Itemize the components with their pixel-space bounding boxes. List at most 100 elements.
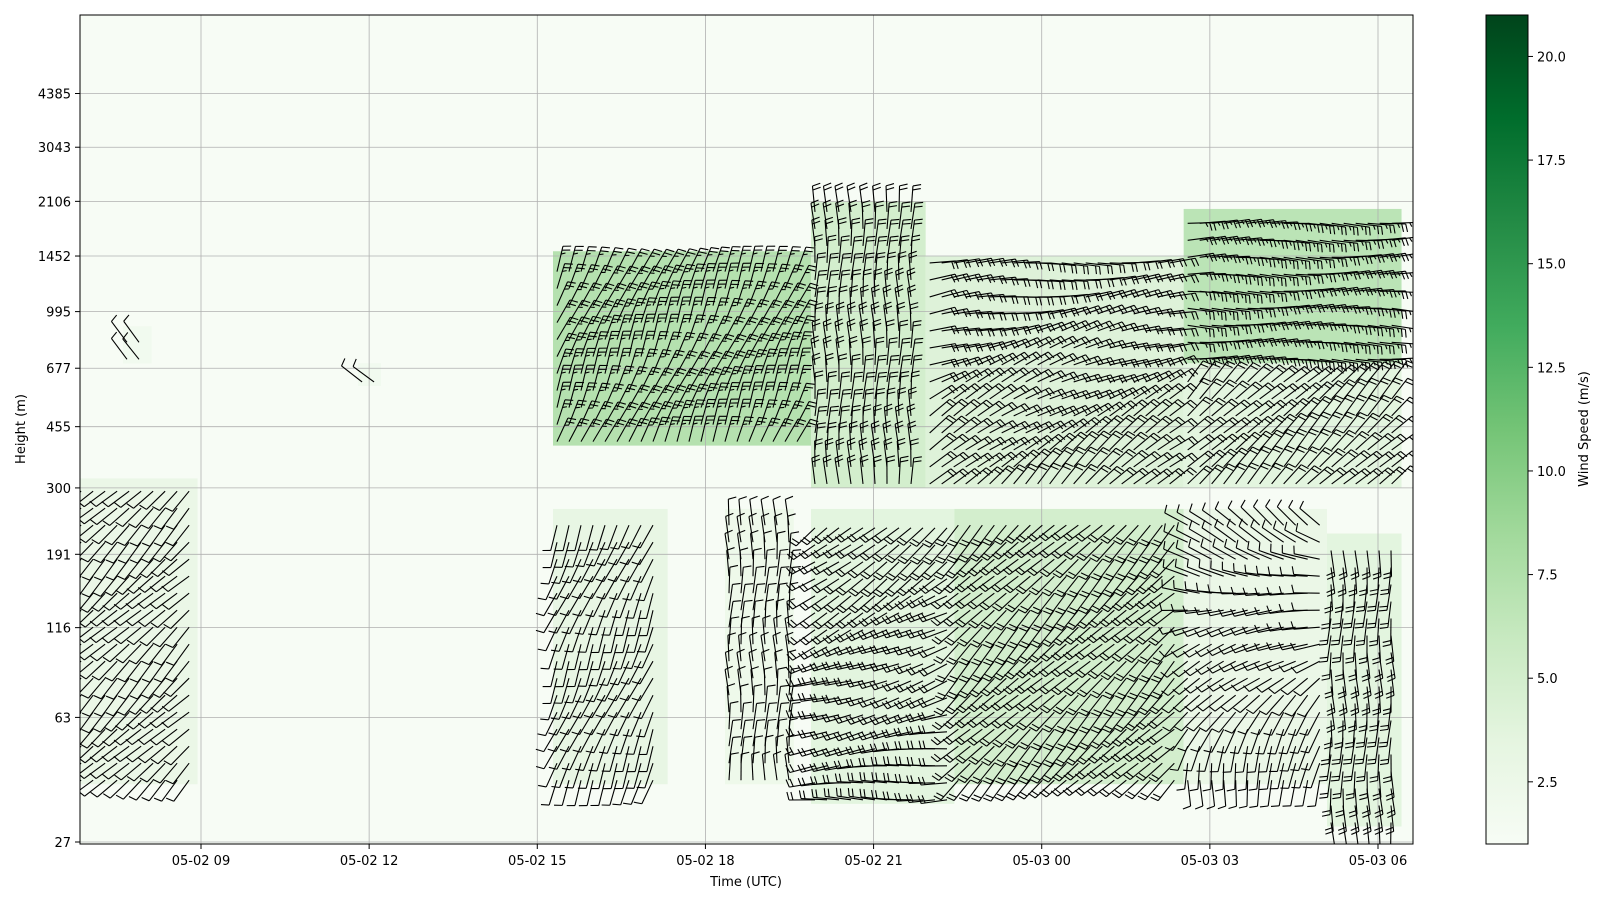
barb-flag bbox=[914, 337, 924, 340]
barb-flag bbox=[1364, 226, 1367, 235]
barb-flag bbox=[819, 405, 828, 408]
barb-flag bbox=[721, 246, 730, 249]
heat-cell-7 bbox=[811, 508, 955, 804]
barb-flag bbox=[721, 297, 730, 300]
barb-flag bbox=[622, 321, 627, 323]
barb-flag bbox=[1328, 243, 1331, 253]
barb-flag bbox=[842, 392, 851, 395]
barb-flag bbox=[732, 600, 742, 603]
barb-flag bbox=[646, 304, 652, 306]
barb-flag bbox=[646, 355, 652, 358]
barb-flag bbox=[623, 372, 628, 375]
barb-flag bbox=[563, 403, 573, 405]
barb-flag bbox=[902, 358, 911, 361]
barb-flag bbox=[718, 253, 724, 256]
barb-flag bbox=[1400, 328, 1403, 338]
barb-flag bbox=[670, 287, 676, 290]
barb-flag bbox=[694, 406, 700, 408]
barb-flag bbox=[1212, 329, 1215, 338]
barb-flag bbox=[598, 338, 603, 340]
barb-flag bbox=[1248, 295, 1251, 304]
barb-flag bbox=[540, 582, 549, 585]
barb-flag bbox=[1260, 295, 1263, 304]
barb-flag bbox=[672, 335, 681, 338]
barb-flag bbox=[843, 252, 852, 255]
barb-flag bbox=[1417, 329, 1418, 337]
barb-flag bbox=[819, 269, 828, 272]
barb-flag bbox=[610, 372, 615, 374]
barb-flag bbox=[890, 222, 899, 225]
barb-flag bbox=[744, 420, 753, 422]
barb-flag bbox=[818, 409, 827, 412]
barb-flag bbox=[790, 389, 796, 391]
barb-flag bbox=[914, 201, 924, 204]
barb-flag bbox=[902, 222, 911, 225]
barb-flag bbox=[818, 273, 827, 276]
barb-flag bbox=[1272, 278, 1275, 287]
barb-flag bbox=[756, 719, 766, 722]
barb-flag bbox=[1414, 223, 1416, 231]
barb-flag bbox=[792, 382, 802, 384]
heat-cell-3 bbox=[1183, 208, 1402, 364]
barb-flag bbox=[1308, 261, 1311, 270]
barb-flag bbox=[1280, 277, 1283, 287]
barb-flag bbox=[586, 253, 591, 255]
barb-flag bbox=[745, 719, 754, 722]
barb-flag bbox=[1232, 311, 1235, 320]
barb-flag bbox=[766, 355, 772, 358]
barb-flag bbox=[866, 235, 876, 238]
barb-flag bbox=[866, 239, 875, 242]
barb-flag bbox=[756, 583, 766, 586]
barb-flag bbox=[768, 702, 778, 705]
barb-flag bbox=[1418, 344, 1419, 352]
barb-flag bbox=[1352, 226, 1355, 236]
barb-flag bbox=[1418, 358, 1420, 366]
barb-flag bbox=[902, 218, 912, 221]
barb-flag bbox=[718, 389, 724, 392]
barb-flag bbox=[1376, 345, 1379, 355]
barb-flag bbox=[612, 667, 622, 670]
barb-flag bbox=[562, 406, 568, 408]
barb-flag bbox=[790, 253, 795, 255]
barb-flag bbox=[718, 304, 724, 307]
barb-flag bbox=[854, 256, 863, 259]
barb-flag bbox=[1268, 277, 1271, 286]
barb-flag bbox=[878, 235, 888, 238]
barb-flag bbox=[802, 338, 807, 340]
barb-flag bbox=[1256, 294, 1259, 303]
barb-flag bbox=[768, 352, 777, 355]
barb-flag bbox=[1356, 227, 1359, 236]
barb-flag bbox=[636, 786, 645, 789]
barb-flag bbox=[745, 416, 754, 419]
barb-flag bbox=[791, 338, 796, 341]
barb-flag bbox=[598, 253, 604, 256]
barb-flag bbox=[890, 218, 900, 221]
barb-flag bbox=[694, 270, 700, 273]
barb-flag bbox=[670, 423, 675, 425]
barb-shaft bbox=[752, 550, 755, 577]
barb-flag bbox=[742, 372, 748, 375]
barb-flag bbox=[1224, 312, 1227, 321]
barb-flag bbox=[1417, 237, 1420, 245]
barb-flag bbox=[588, 769, 597, 772]
barb-flag bbox=[564, 399, 574, 401]
barb-flag bbox=[719, 301, 729, 303]
barb-flag bbox=[1417, 253, 1420, 261]
barb-flag bbox=[696, 318, 705, 320]
barb-flag bbox=[564, 786, 574, 789]
barb-flag bbox=[843, 388, 852, 391]
barb-flag bbox=[780, 566, 790, 569]
barb-flag bbox=[744, 280, 754, 282]
barb-flag bbox=[1236, 312, 1239, 321]
barb-flag bbox=[1412, 254, 1413, 255]
barb-flag bbox=[914, 341, 923, 344]
barb-flag bbox=[842, 256, 851, 259]
barb-flag bbox=[564, 650, 573, 653]
barb-flag bbox=[803, 253, 808, 256]
barb-flag bbox=[1412, 237, 1413, 238]
barb-flag bbox=[1414, 344, 1415, 352]
barb-flag bbox=[1418, 222, 1420, 230]
barb-flag bbox=[587, 338, 592, 341]
barb-flag bbox=[766, 270, 771, 272]
barb-flag bbox=[1412, 328, 1413, 330]
